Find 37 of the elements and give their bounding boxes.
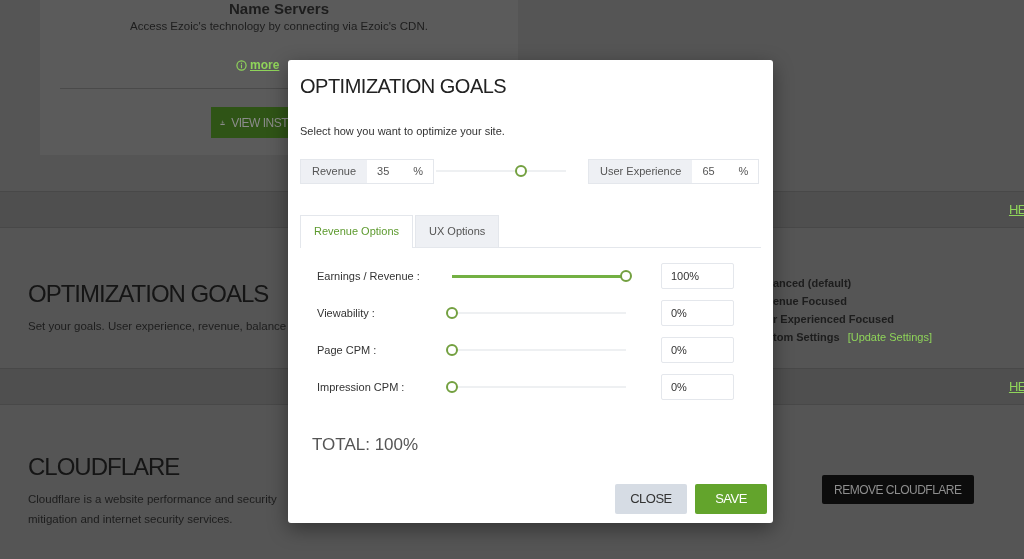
save-button[interactable]: SAVE [695,484,767,514]
section-title: CLOUDFLARE [28,455,181,479]
info-icon [236,59,247,71]
percent-unit: % [738,163,749,179]
section-title: Name Servers [227,2,331,16]
tab[interactable]: Revenue Options [300,214,413,248]
remove-cloudflare-button[interactable]: REMOVE CLOUDFLARE [822,475,974,504]
modal-title: OPTIMIZATION GOALS [300,76,508,96]
slider-thumb[interactable] [446,307,458,319]
update-settings-link[interactable]: [Update Settings] [847,331,932,343]
section-title: OPTIMIZATION GOALS [28,282,270,306]
slider-label: Impression CPM : [316,379,406,395]
total-label: TOTAL: 100% [312,433,420,456]
percent-field[interactable]: 0% [661,374,734,400]
slider-thumb[interactable] [514,165,527,177]
percent-field[interactable]: 0% [661,337,734,363]
slider-thumb[interactable] [446,344,458,356]
more-link[interactable]: more [236,56,280,74]
view-instructions-button[interactable]: VIEW INST [211,107,288,138]
slider-label: Page CPM : [316,342,378,358]
percent-unit: % [413,163,424,179]
modal-subtitle: Select how you want to optimize your site. [300,124,506,139]
slider-label: Viewability : [316,305,376,321]
tab[interactable]: UX Options [415,214,500,247]
slider-label: Earnings / Revenue : [316,268,421,284]
input-label: Revenue [301,159,368,183]
section-description: Access Ezoic's technology by connecting via Ezoic's CDN. [129,19,429,34]
slider-thumb[interactable] [620,270,632,282]
percent-value: 35 [377,163,390,179]
percent-input-group[interactable]: User Experience 65 % [588,158,760,184]
percent-field[interactable]: 0% [661,300,734,326]
input-label: User Experience [589,159,693,183]
slider-thumb[interactable] [446,381,458,393]
close-button[interactable]: CLOSE [615,484,687,514]
percent-input-group[interactable]: Revenue 35 % [300,158,435,184]
percent-value: 65 [702,163,715,179]
percent-field[interactable]: 100% [661,263,734,289]
